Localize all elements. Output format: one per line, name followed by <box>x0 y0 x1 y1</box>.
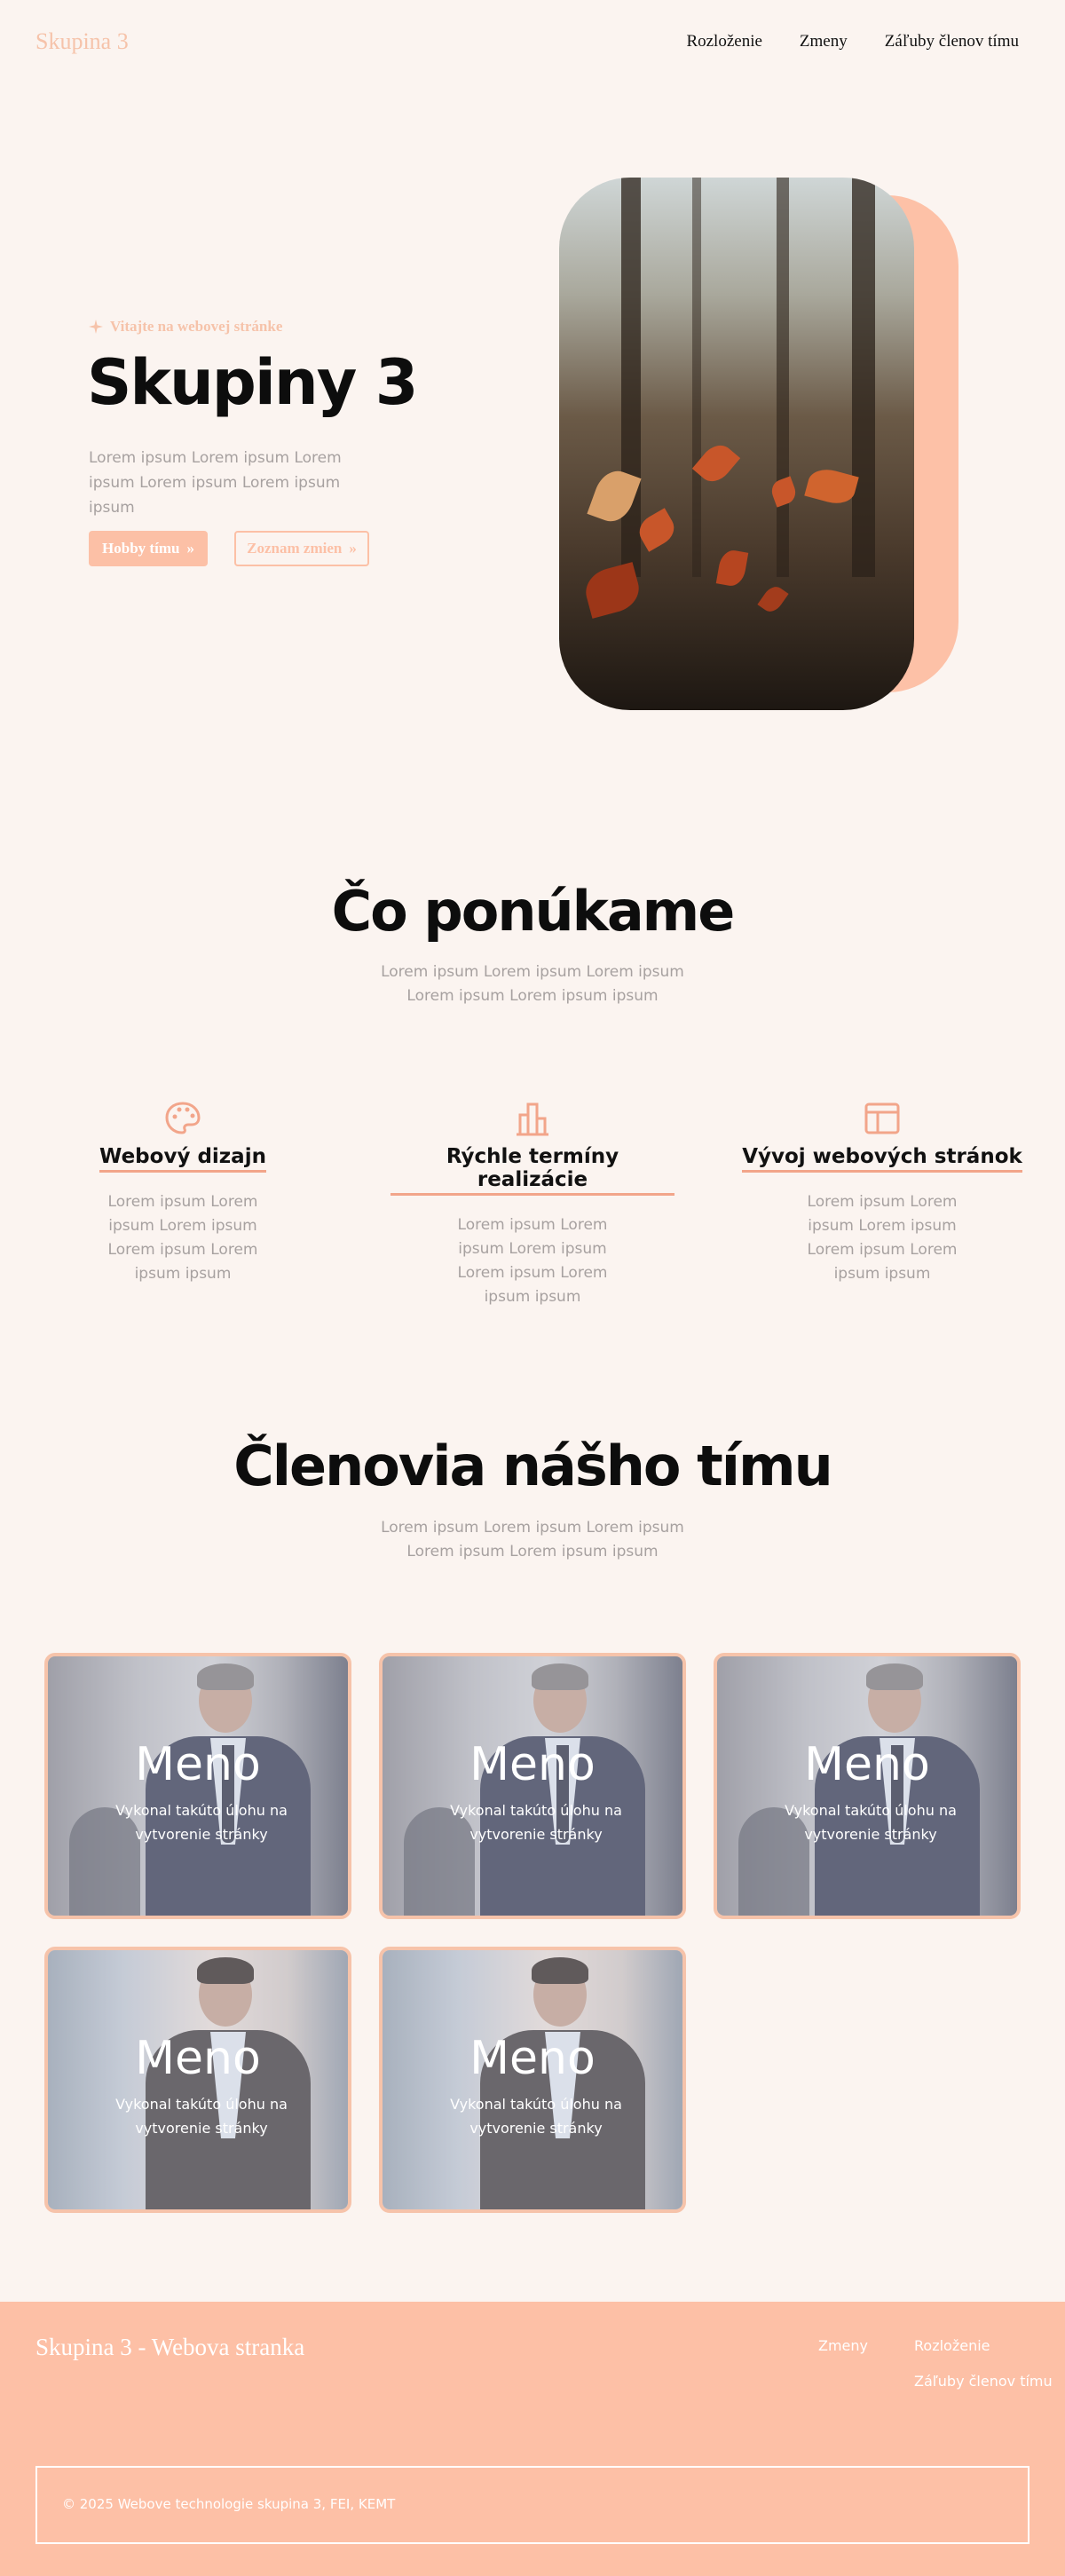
buildings-icon <box>517 1102 548 1136</box>
changes-list-button-label: Zoznam zmien <box>247 540 343 557</box>
member-description: Vykonal takúto úlohu na vytvorenie strán… <box>785 1802 957 1843</box>
member-name: Meno <box>469 2032 596 2085</box>
hero-text: Lorem ipsum Lorem ipsum Lorem ipsum Lore… <box>89 449 342 517</box>
palette-icon <box>165 1102 201 1134</box>
feature-text: Lorem ipsum Lorem ipsum Lorem ipsum Lore… <box>107 1193 258 1283</box>
feature-title: Rýchle termíny realizácie <box>390 1145 674 1196</box>
nav-link-hobbies[interactable]: Záľuby členov tímu <box>885 32 1019 51</box>
feature-title: Webový dizajn <box>99 1145 266 1173</box>
feature-fast-delivery: Rýchle termíny realizácie Lorem ipsum Lo… <box>390 1099 674 1309</box>
member-name: Meno <box>469 1738 596 1791</box>
nav-link-changes[interactable]: Zmeny <box>800 32 848 51</box>
copyright-text: © 2025 Webove technologie skupina 3, FEI… <box>62 2496 396 2512</box>
site-logo[interactable]: Skupina 3 <box>36 28 129 55</box>
team-member-card[interactable]: Meno Vykonal takúto úlohu na vytvorenie … <box>379 1653 686 1919</box>
hero-eyebrow: Vitajte na webovej stránke <box>89 318 282 336</box>
footer: Skupina 3 - Webova stranka Zmeny Rozlože… <box>0 2302 1065 2576</box>
footer-link-hobbies[interactable]: Záľuby členov tímu <box>914 2373 1053 2390</box>
feature-text: Lorem ipsum Lorem ipsum Lorem ipsum Lore… <box>457 1216 608 1306</box>
chevron-right-icon: » <box>349 540 357 557</box>
member-description: Vykonal takúto úlohu na vytvorenie strán… <box>115 2096 288 2137</box>
hobby-button-label: Hobby tímu <box>102 540 180 557</box>
hero-title: Skupiny 3 <box>87 346 418 419</box>
offer-section-subtitle: Lorem ipsum Lorem ipsum Lorem ipsum Lore… <box>381 963 684 1005</box>
member-description: Vykonal takúto úlohu na vytvorenie strán… <box>115 1802 288 1843</box>
nav-links: Rozloženie Zmeny Záľuby členov tímu <box>686 32 1019 51</box>
member-description: Vykonal takúto úlohu na vytvorenie strán… <box>450 1802 622 1843</box>
member-name: Meno <box>135 1738 261 1791</box>
member-name: Meno <box>135 2032 261 2085</box>
nav-link-layout[interactable]: Rozloženie <box>686 32 761 51</box>
offer-section-title: Čo ponúkame <box>331 879 736 944</box>
team-section-subtitle: Lorem ipsum Lorem ipsum Lorem ipsum Lore… <box>381 1519 684 1561</box>
footer-link-changes[interactable]: Zmeny <box>818 2337 868 2354</box>
hobby-button[interactable]: Hobby tímu » <box>89 531 208 566</box>
layout-icon <box>864 1102 900 1134</box>
team-member-card[interactable]: Meno Vykonal takúto úlohu na vytvorenie … <box>714 1653 1021 1919</box>
team-member-card[interactable]: Meno Vykonal takúto úlohu na vytvorenie … <box>379 1947 686 2213</box>
footer-link-layout[interactable]: Rozloženie <box>914 2337 990 2354</box>
feature-title: Vývoj webových stránok <box>742 1145 1022 1173</box>
member-name: Meno <box>804 1738 930 1791</box>
footer-copyright-box: © 2025 Webove technologie skupina 3, FEI… <box>36 2466 1030 2544</box>
hero-eyebrow-text: Vitajte na webovej stránke <box>110 318 283 335</box>
footer-title: Skupina 3 - Webova stranka <box>36 2334 305 2360</box>
team-section-title: Členovia nášho tímu <box>233 1434 832 1498</box>
sparkle-icon <box>89 320 103 334</box>
hero-image-autumn-leaves <box>559 178 914 710</box>
chevron-right-icon: » <box>186 540 194 557</box>
feature-web-design: Webový dizajn Lorem ipsum Lorem ipsum Lo… <box>41 1099 325 1286</box>
team-member-card[interactable]: Meno Vykonal takúto úlohu na vytvorenie … <box>44 1947 351 2213</box>
feature-web-development: Vývoj webových stránok Lorem ipsum Lorem… <box>740 1099 1024 1286</box>
feature-text: Lorem ipsum Lorem ipsum Lorem ipsum Lore… <box>807 1193 958 1283</box>
team-member-card[interactable]: Meno Vykonal takúto úlohu na vytvorenie … <box>44 1653 351 1919</box>
top-navigation: Skupina 3 Rozloženie Zmeny Záľuby členov… <box>0 0 1065 85</box>
member-description: Vykonal takúto úlohu na vytvorenie strán… <box>450 2096 622 2137</box>
changes-list-button[interactable]: Zoznam zmien » <box>234 531 369 566</box>
